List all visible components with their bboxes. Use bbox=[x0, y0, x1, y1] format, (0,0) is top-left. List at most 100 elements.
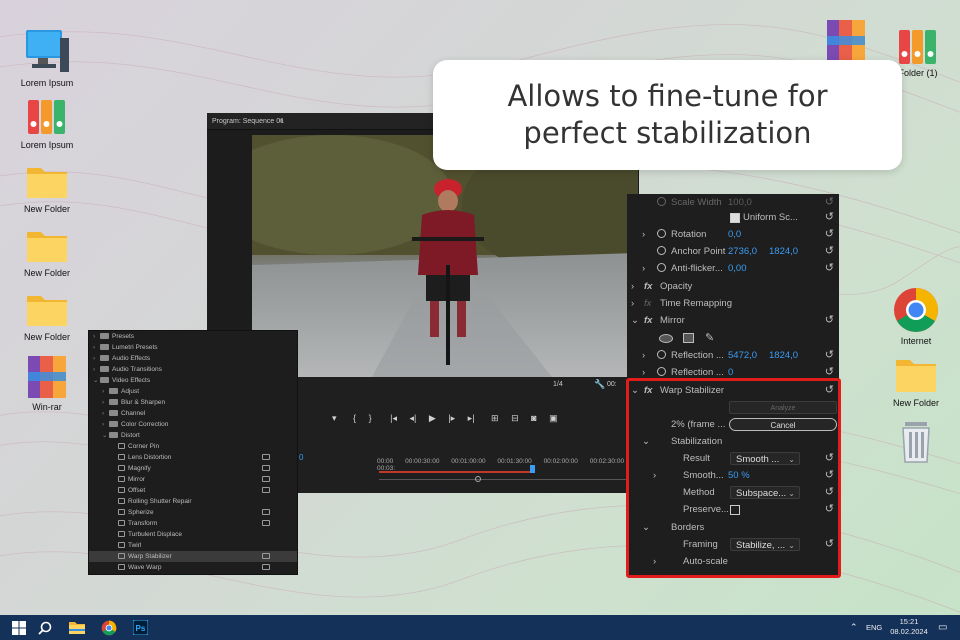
search-button[interactable] bbox=[30, 615, 60, 640]
clock[interactable]: 15:21 08.02.2024 bbox=[888, 615, 930, 640]
effects-effect-item[interactable]: Spherize bbox=[89, 507, 297, 518]
opacity-row[interactable]: › fx Opacity bbox=[627, 278, 839, 295]
chevron-icon[interactable]: › bbox=[93, 342, 95, 353]
effects-folder-item[interactable]: › Lumetri Presets bbox=[89, 342, 297, 353]
play-icon[interactable]: ▶ bbox=[429, 413, 436, 423]
desktop-icon-new-folder-2[interactable]: New Folder bbox=[9, 224, 85, 278]
playhead[interactable] bbox=[530, 465, 535, 473]
stopwatch-icon[interactable] bbox=[657, 229, 666, 238]
desktop-icon-new-folder-3[interactable]: New Folder bbox=[9, 288, 85, 342]
chevron-icon[interactable]: › bbox=[102, 419, 104, 430]
extract-icon[interactable]: ⊟ bbox=[511, 413, 519, 423]
collapse-chevron-icon[interactable]: ⌄ bbox=[631, 382, 639, 399]
stopwatch-icon[interactable] bbox=[657, 350, 666, 359]
step-forward-icon[interactable]: |▸ bbox=[448, 413, 455, 423]
property-value[interactable]: 0 bbox=[728, 364, 733, 381]
stopwatch-icon[interactable] bbox=[657, 197, 666, 206]
reset-icon[interactable]: ↺ bbox=[825, 382, 834, 399]
panel-menu-icon[interactable]: ≡ bbox=[279, 118, 283, 125]
expand-chevron-icon[interactable]: › bbox=[631, 278, 634, 295]
zoom-select[interactable]: 1/4 bbox=[553, 381, 563, 388]
ellipse-mask-icon[interactable] bbox=[659, 334, 673, 343]
reset-icon[interactable]: ↺ bbox=[825, 364, 834, 381]
expand-chevron-icon[interactable]: › bbox=[642, 260, 645, 277]
notifications-icon[interactable]: ▭ bbox=[938, 615, 947, 640]
effects-folder-item[interactable]: › Channel bbox=[89, 408, 297, 419]
uniform-scale-checkbox[interactable] bbox=[730, 213, 740, 223]
camera-icon[interactable]: ◙ bbox=[531, 413, 536, 423]
chevron-icon[interactable]: ⌄ bbox=[102, 430, 107, 441]
expand-chevron-icon[interactable]: › bbox=[653, 467, 656, 484]
chevron-icon[interactable]: › bbox=[102, 386, 104, 397]
effects-folder-item[interactable]: ⌄ Distort bbox=[89, 430, 297, 441]
analyze-button[interactable]: Analyze bbox=[729, 401, 837, 414]
chevron-icon[interactable]: › bbox=[102, 408, 104, 419]
property-value[interactable]: 0,00 bbox=[728, 260, 747, 277]
expand-chevron-icon[interactable]: › bbox=[653, 553, 656, 570]
effects-folder-item[interactable]: ⌄ Video Effects bbox=[89, 375, 297, 386]
wrench-icon[interactable]: 🔧 bbox=[594, 379, 605, 390]
expand-chevron-icon[interactable]: › bbox=[642, 347, 645, 364]
chevron-icon[interactable]: › bbox=[102, 397, 104, 408]
taskbar-chrome[interactable] bbox=[94, 615, 124, 640]
effects-effect-item[interactable]: Turbulent Displace bbox=[89, 529, 297, 540]
effects-effect-item[interactable]: Warp Stabilizer bbox=[89, 551, 297, 562]
effects-effect-item[interactable]: Mirror bbox=[89, 474, 297, 485]
compare-icon[interactable]: ▣ bbox=[549, 413, 558, 423]
stabilization-row[interactable]: ⌄ Stabilization bbox=[627, 433, 839, 450]
expand-chevron-icon[interactable]: › bbox=[631, 295, 634, 312]
go-to-in-icon[interactable]: |◂ bbox=[390, 413, 397, 423]
collapse-chevron-icon[interactable]: ⌄ bbox=[631, 312, 639, 329]
go-to-out-icon[interactable]: ▸| bbox=[468, 413, 475, 423]
reset-icon[interactable]: ↺ bbox=[825, 312, 834, 329]
reset-icon[interactable]: ↺ bbox=[825, 260, 834, 277]
chevron-icon[interactable]: › bbox=[93, 353, 95, 364]
effects-effect-item[interactable]: Corner Pin bbox=[89, 441, 297, 452]
property-value-y[interactable]: 1824,0 bbox=[769, 347, 798, 364]
mark-out-icon[interactable]: } bbox=[369, 413, 372, 423]
collapse-chevron-icon[interactable]: ⌄ bbox=[642, 433, 650, 450]
property-value-x[interactable]: 5472,0 bbox=[728, 347, 757, 364]
effects-effect-item[interactable]: Transform bbox=[89, 518, 297, 529]
step-back-icon[interactable]: ◂| bbox=[409, 413, 416, 423]
expand-chevron-icon[interactable]: › bbox=[642, 364, 645, 381]
stopwatch-icon[interactable] bbox=[657, 367, 666, 376]
desktop-icon-lorem-ipsum-2[interactable]: Lorem Ipsum bbox=[9, 96, 85, 150]
reset-icon[interactable]: ↺ bbox=[825, 501, 834, 518]
reset-icon[interactable]: ↺ bbox=[825, 347, 834, 364]
effects-folder-item[interactable]: › Audio Transitions bbox=[89, 364, 297, 375]
preserve-scale-checkbox[interactable] bbox=[730, 505, 740, 515]
borders-row[interactable]: ⌄ Borders bbox=[627, 519, 839, 536]
effects-effect-item[interactable]: Rolling Shutter Repair bbox=[89, 496, 297, 507]
mark-in-icon[interactable]: { bbox=[353, 413, 356, 423]
property-value-y[interactable]: 1824,0 bbox=[769, 243, 798, 260]
reset-icon[interactable]: ↺ bbox=[825, 467, 834, 484]
desktop-icon-computer[interactable]: Lorem Ipsum bbox=[9, 28, 85, 88]
method-dropdown[interactable]: Subspace... ⌄ bbox=[730, 486, 800, 499]
rectangle-mask-icon[interactable] bbox=[683, 333, 694, 343]
time-remapping-row[interactable]: › fx Time Remapping bbox=[627, 295, 839, 312]
effects-effect-item[interactable]: Offset bbox=[89, 485, 297, 496]
language-indicator[interactable]: ENG bbox=[866, 615, 882, 640]
collapse-chevron-icon[interactable]: ⌄ bbox=[642, 519, 650, 536]
desktop-icon-books-top[interactable] bbox=[808, 18, 884, 64]
desktop-icon-winrar[interactable]: Win-rar bbox=[9, 354, 85, 412]
effects-effect-item[interactable]: Wave Warp bbox=[89, 562, 297, 573]
work-area-bar[interactable] bbox=[379, 471, 533, 473]
reset-icon[interactable]: ↺ bbox=[825, 209, 834, 226]
property-value[interactable]: 0,0 bbox=[728, 226, 741, 243]
desktop-icon-new-folder-right[interactable]: New Folder bbox=[878, 352, 954, 408]
reset-icon[interactable]: ↺ bbox=[825, 536, 834, 553]
effects-folder-item[interactable]: › Color Correction bbox=[89, 419, 297, 430]
property-value[interactable]: 50 % bbox=[728, 467, 750, 484]
effects-folder-item[interactable]: › Presets bbox=[89, 331, 297, 342]
taskbar-file-explorer[interactable] bbox=[62, 615, 92, 640]
effects-folder-item[interactable]: › Audio Effects bbox=[89, 353, 297, 364]
chevron-icon[interactable]: › bbox=[93, 331, 95, 342]
effects-effect-item[interactable]: Lens Distortion bbox=[89, 452, 297, 463]
taskbar-photoshop[interactable]: Ps bbox=[125, 615, 155, 640]
marker-icon[interactable]: ▾ bbox=[332, 413, 337, 423]
reset-icon[interactable]: ↺ bbox=[825, 484, 834, 501]
effects-folder-item[interactable]: › Blur & Sharpen bbox=[89, 397, 297, 408]
reset-icon[interactable]: ↺ bbox=[825, 226, 834, 243]
